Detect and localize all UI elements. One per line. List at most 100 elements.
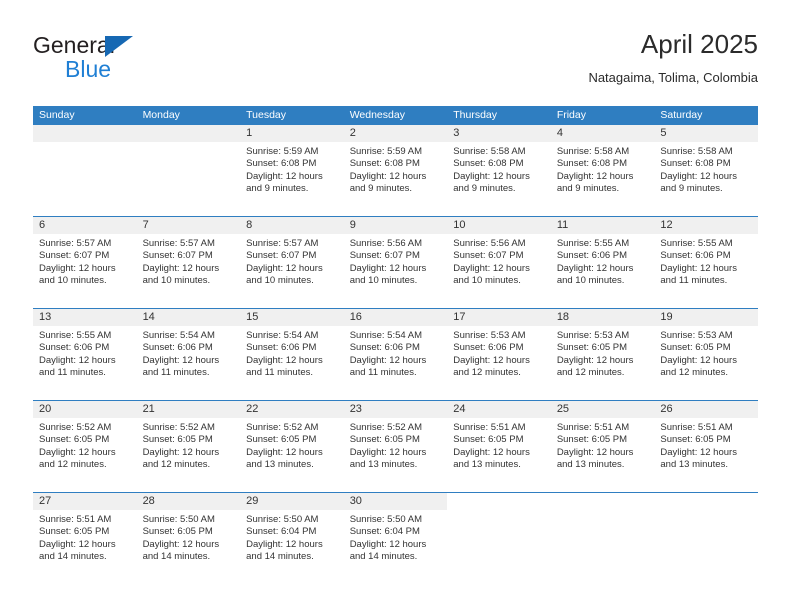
- day-cell-12[interactable]: 12 Sunrise: 5:55 AM Sunset: 6:06 PM Dayligh…: [654, 217, 758, 308]
- sunset-text: Sunset: 6:04 PM: [349, 526, 420, 538]
- daylight-text: and 9 minutes.: [246, 183, 309, 195]
- day-details: Sunrise: 5:52 AM Sunset: 6:05 PM Daylight:…: [33, 418, 137, 472]
- day-number: 19: [654, 309, 758, 326]
- title-block: April 2025 Natagaima, Tolima, Colombia: [588, 28, 758, 88]
- page-header: General Blue April 2025 Natagaima, Tolim…: [33, 28, 758, 96]
- daylight-text: and 14 minutes.: [39, 551, 107, 563]
- daylight-text: and 13 minutes.: [556, 459, 625, 471]
- day-number: 7: [136, 217, 241, 234]
- sunrise-text: Sunrise: 5:55 AM: [39, 330, 112, 341]
- sunrise-text: Sunrise: 5:58 AM: [556, 146, 630, 157]
- day-cell-24[interactable]: 24 Sunrise: 5:51 AM Sunset: 6:05 PM Dayligh…: [447, 401, 551, 492]
- day-number: [654, 493, 758, 510]
- sunset-text: Sunset: 6:07 PM: [142, 250, 213, 262]
- day-details: Sunrise: 5:51 AM Sunset: 6:05 PM Daylight:…: [33, 510, 137, 564]
- day-number: 24: [447, 401, 551, 418]
- day-cell-5[interactable]: 5 Sunrise: 5:58 AM Sunset: 6:08 PM Daylight…: [654, 125, 758, 216]
- daylight-text: and 9 minutes.: [453, 183, 516, 195]
- day-number: 14: [136, 309, 241, 326]
- day-cell-6[interactable]: 6 Sunrise: 5:57 AM Sunset: 6:07 PM Daylight…: [33, 217, 137, 308]
- day-cell-2[interactable]: 2 Sunrise: 5:59 AM Sunset: 6:08 PM Daylight…: [343, 125, 448, 216]
- daylight-text: Daylight: 12 hours: [246, 354, 323, 366]
- day-details: Sunrise: 5:57 AM Sunset: 6:07 PM Daylight:…: [240, 234, 344, 288]
- day-cell-20[interactable]: 20 Sunrise: 5:52 AM Sunset: 6:05 PM Dayligh…: [33, 401, 137, 492]
- day-cell-25[interactable]: 25 Sunrise: 5:51 AM Sunset: 6:05 PM Dayligh…: [550, 401, 655, 492]
- day-cell-26[interactable]: 26 Sunrise: 5:51 AM Sunset: 6:05 PM Dayligh…: [654, 401, 758, 492]
- daylight-text: Daylight: 12 hours: [39, 354, 116, 366]
- sunrise-text: Sunrise: 5:54 AM: [246, 330, 319, 341]
- daylight-text: and 13 minutes.: [246, 459, 314, 471]
- sunset-text: Sunset: 6:05 PM: [660, 342, 731, 354]
- day-number: 20: [33, 401, 137, 418]
- sunset-text: Sunset: 6:05 PM: [453, 434, 524, 446]
- triangle-icon: [105, 36, 133, 57]
- sunrise-text: Sunrise: 5:53 AM: [556, 330, 630, 341]
- day-cell-21[interactable]: 21 Sunrise: 5:52 AM Sunset: 6:05 PM Dayligh…: [136, 401, 241, 492]
- weekday-header-saturday: Saturday: [660, 109, 703, 121]
- day-cell-23[interactable]: 23 Sunrise: 5:52 AM Sunset: 6:05 PM Dayligh…: [343, 401, 448, 492]
- sunrise-text: Sunrise: 5:58 AM: [660, 146, 733, 157]
- day-cell-30[interactable]: 30 Sunrise: 5:50 AM Sunset: 6:04 PM Dayligh…: [343, 493, 448, 584]
- day-number: 4: [550, 125, 655, 142]
- sunset-text: Sunset: 6:08 PM: [453, 158, 524, 170]
- weekday-header-wednesday: Wednesday: [349, 109, 405, 121]
- day-number: 15: [240, 309, 344, 326]
- day-number: 22: [240, 401, 344, 418]
- calendar-weeks: 1 Sunrise: 5:59 AM Sunset: 6:08 PM Daylight…: [33, 125, 758, 584]
- day-cell-28[interactable]: 28 Sunrise: 5:50 AM Sunset: 6:05 PM Dayligh…: [136, 493, 241, 584]
- sunset-text: Sunset: 6:05 PM: [556, 434, 628, 446]
- daylight-text: Daylight: 12 hours: [453, 262, 530, 274]
- day-number: [447, 493, 551, 510]
- day-cell-17[interactable]: 17 Sunrise: 5:53 AM Sunset: 6:06 PM Dayligh…: [447, 309, 551, 400]
- sunrise-text: Sunrise: 5:50 AM: [246, 514, 319, 525]
- day-cell-empty: [136, 125, 241, 216]
- day-cell-13[interactable]: 13 Sunrise: 5:55 AM Sunset: 6:06 PM Dayligh…: [33, 309, 137, 400]
- day-details: Sunrise: 5:56 AM Sunset: 6:07 PM Daylight:…: [447, 234, 551, 288]
- sunrise-text: Sunrise: 5:52 AM: [246, 422, 319, 433]
- sunrise-text: Sunrise: 5:56 AM: [349, 238, 423, 249]
- day-cell-16[interactable]: 16 Sunrise: 5:54 AM Sunset: 6:06 PM Dayligh…: [343, 309, 448, 400]
- day-cell-1[interactable]: 1 Sunrise: 5:59 AM Sunset: 6:08 PM Daylight…: [240, 125, 344, 216]
- day-cell-10[interactable]: 10 Sunrise: 5:56 AM Sunset: 6:07 PM Dayligh…: [447, 217, 551, 308]
- sunrise-text: Sunrise: 5:54 AM: [142, 330, 215, 341]
- sunrise-text: Sunrise: 5:51 AM: [556, 422, 630, 433]
- day-number: 29: [240, 493, 344, 510]
- day-cell-4[interactable]: 4 Sunrise: 5:58 AM Sunset: 6:08 PM Daylight…: [550, 125, 655, 216]
- daylight-text: Daylight: 12 hours: [246, 262, 323, 274]
- day-details: Sunrise: 5:53 AM Sunset: 6:05 PM Daylight:…: [654, 326, 758, 380]
- sunset-text: Sunset: 6:06 PM: [39, 342, 110, 354]
- day-number: 16: [343, 309, 448, 326]
- sunset-text: Sunset: 6:08 PM: [349, 158, 420, 170]
- calendar-week-row: 27 Sunrise: 5:51 AM Sunset: 6:05 PM Dayligh…: [33, 492, 758, 584]
- sunset-text: Sunset: 6:06 PM: [453, 342, 524, 354]
- daylight-text: Daylight: 12 hours: [453, 170, 530, 182]
- day-cell-15[interactable]: 15 Sunrise: 5:54 AM Sunset: 6:06 PM Dayligh…: [240, 309, 344, 400]
- general-blue-logo[interactable]: General Blue: [33, 32, 263, 88]
- day-details: Sunrise: 5:52 AM Sunset: 6:05 PM Daylight:…: [240, 418, 344, 472]
- day-details: Sunrise: 5:52 AM Sunset: 6:05 PM Daylight:…: [344, 418, 448, 472]
- daylight-text: Daylight: 12 hours: [556, 262, 634, 274]
- day-cell-27[interactable]: 27 Sunrise: 5:51 AM Sunset: 6:05 PM Dayligh…: [33, 493, 137, 584]
- daylight-text: and 12 minutes.: [39, 459, 107, 471]
- day-cell-7[interactable]: 7 Sunrise: 5:57 AM Sunset: 6:07 PM Daylight…: [136, 217, 241, 308]
- day-cell-11[interactable]: 11 Sunrise: 5:55 AM Sunset: 6:06 PM Dayligh…: [550, 217, 655, 308]
- sunset-text: Sunset: 6:05 PM: [556, 342, 628, 354]
- day-cell-empty: [654, 493, 758, 584]
- sunset-text: Sunset: 6:05 PM: [39, 434, 110, 446]
- day-details: Sunrise: 5:59 AM Sunset: 6:08 PM Daylight:…: [344, 142, 448, 196]
- daylight-text: Daylight: 12 hours: [660, 262, 737, 274]
- day-cell-19[interactable]: 19 Sunrise: 5:53 AM Sunset: 6:05 PM Dayligh…: [654, 309, 758, 400]
- day-details: Sunrise: 5:57 AM Sunset: 6:07 PM Daylight:…: [33, 234, 137, 288]
- sunset-text: Sunset: 6:05 PM: [349, 434, 420, 446]
- day-cell-14[interactable]: 14 Sunrise: 5:54 AM Sunset: 6:06 PM Dayligh…: [136, 309, 241, 400]
- day-cell-3[interactable]: 3 Sunrise: 5:58 AM Sunset: 6:08 PM Daylight…: [447, 125, 551, 216]
- day-cell-18[interactable]: 18 Sunrise: 5:53 AM Sunset: 6:05 PM Dayligh…: [550, 309, 655, 400]
- weekday-header-row: Sunday Monday Tuesday Wednesday Thursday Frid…: [33, 106, 758, 125]
- day-cell-9[interactable]: 9 Sunrise: 5:56 AM Sunset: 6:07 PM Daylight…: [343, 217, 448, 308]
- calendar-week-cells: 13 Sunrise: 5:55 AM Sunset: 6:06 PM Dayligh…: [33, 309, 758, 400]
- day-cell-8[interactable]: 8 Sunrise: 5:57 AM Sunset: 6:07 PM Daylight…: [240, 217, 344, 308]
- day-details: Sunrise: 5:56 AM Sunset: 6:07 PM Daylight:…: [344, 234, 448, 288]
- day-cell-29[interactable]: 29 Sunrise: 5:50 AM Sunset: 6:04 PM Dayligh…: [240, 493, 344, 584]
- day-cell-22[interactable]: 22 Sunrise: 5:52 AM Sunset: 6:05 PM Dayligh…: [240, 401, 344, 492]
- sunrise-text: Sunrise: 5:57 AM: [246, 238, 319, 249]
